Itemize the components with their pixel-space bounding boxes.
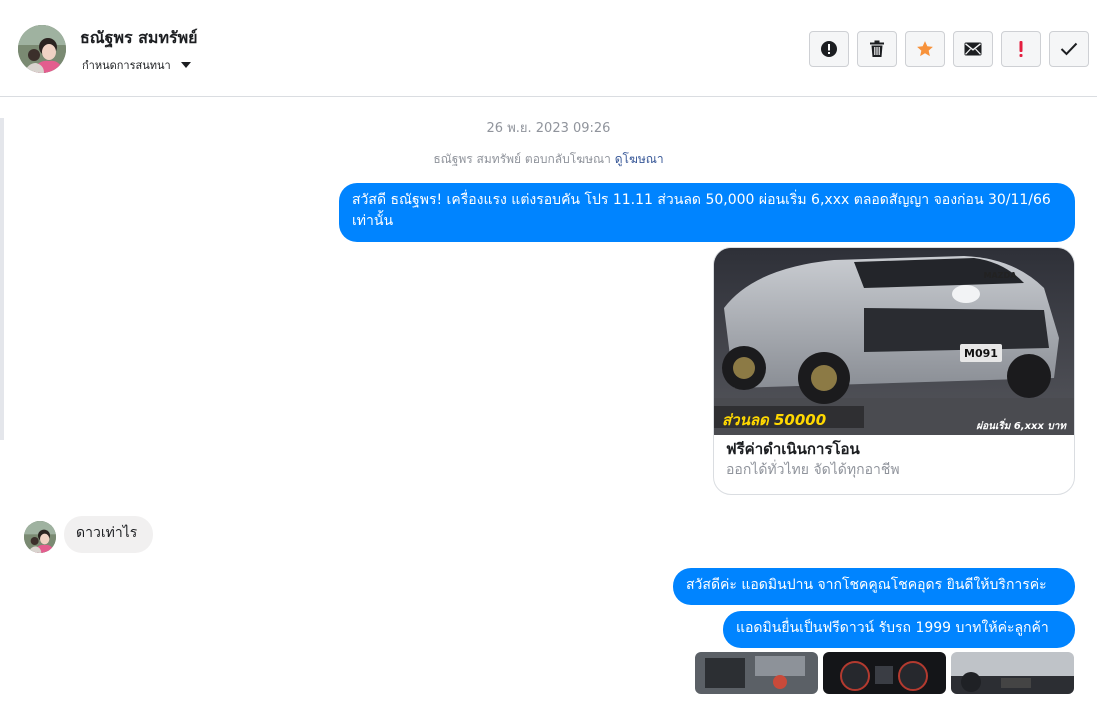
attachment-thumbnail[interactable] — [823, 652, 946, 694]
view-ad-link[interactable]: ดูโฆษณา — [615, 152, 664, 166]
exclamation-icon — [1019, 41, 1023, 57]
checkmark-icon — [1060, 42, 1078, 56]
ad-card-title: ฟรีค่าดำเนินการโอน — [726, 440, 860, 458]
sender-avatar[interactable] — [24, 521, 56, 553]
avatar[interactable] — [18, 25, 66, 73]
star-icon — [917, 41, 933, 57]
report-button[interactable] — [809, 31, 849, 67]
mark-unread-button[interactable] — [953, 31, 993, 67]
attachment-thumbnail[interactable] — [951, 652, 1074, 694]
message-timestamp: 26 พ.ย. 2023 09:26 — [486, 121, 611, 136]
mark-done-button[interactable] — [1049, 31, 1089, 67]
star-button[interactable] — [905, 31, 945, 67]
ad-reply-text: ธณัฐพร สมทรัพย์ ตอบกลับโฆษณา — [433, 152, 611, 166]
plate-text: M091 — [964, 347, 998, 360]
installment-text: ผ่อนเริ่ม 6,xxx บาท — [976, 418, 1067, 432]
outgoing-message: สวัสดี ธณัฐพร! เครื่องแรง แต่งรอบคัน โปร… — [339, 183, 1075, 242]
alert-circle-icon — [821, 41, 837, 57]
ad-card[interactable]: M091 MAZDA ส่วนลด 50000 ผ่อนเริ่ม 6,xxx … — [713, 247, 1075, 495]
conversation-settings-label: กำหนดการสนทนา — [82, 59, 171, 72]
caret-down-icon — [180, 62, 191, 68]
conversation-settings-dropdown[interactable]: กำหนดการสนทนา — [82, 56, 191, 74]
ad-card-subtitle: ออกได้ทั่วไทย จัดได้ทุกอาชีพ — [726, 462, 900, 478]
outgoing-message: แอดมินยื่นเป็นฟรีดาวน์ รับรถ 1999 บาทให้… — [723, 611, 1075, 648]
trash-icon — [870, 40, 884, 57]
ad-card-image: M091 MAZDA ส่วนลด 50000 ผ่อนเริ่ม 6,xxx … — [714, 248, 1074, 435]
discount-badge-text: ส่วนลด 50000 — [722, 411, 826, 429]
contact-name: ธณัฐพร สมทรัพย์ — [80, 28, 198, 47]
spam-button[interactable] — [1001, 31, 1041, 67]
incoming-message: ดาวเท่าไร — [64, 516, 153, 553]
attachment-thumbnail[interactable] — [695, 652, 818, 694]
envelope-icon — [964, 42, 982, 56]
delete-button[interactable] — [857, 31, 897, 67]
action-toolbar — [809, 31, 1089, 67]
brand-text: MAZDA — [984, 271, 1018, 280]
ad-reply-notice: ธณัฐพร สมทรัพย์ ตอบกลับโฆษณา ดูโฆษณา — [0, 150, 1097, 169]
conversation-header: ธณัฐพร สมทรัพย์ กำหนดการสนทนา — [0, 0, 1097, 97]
outgoing-message: สวัสดีค่ะ แอดมินปาน จากโชคคูณโชคอุดร ยิน… — [673, 568, 1075, 605]
